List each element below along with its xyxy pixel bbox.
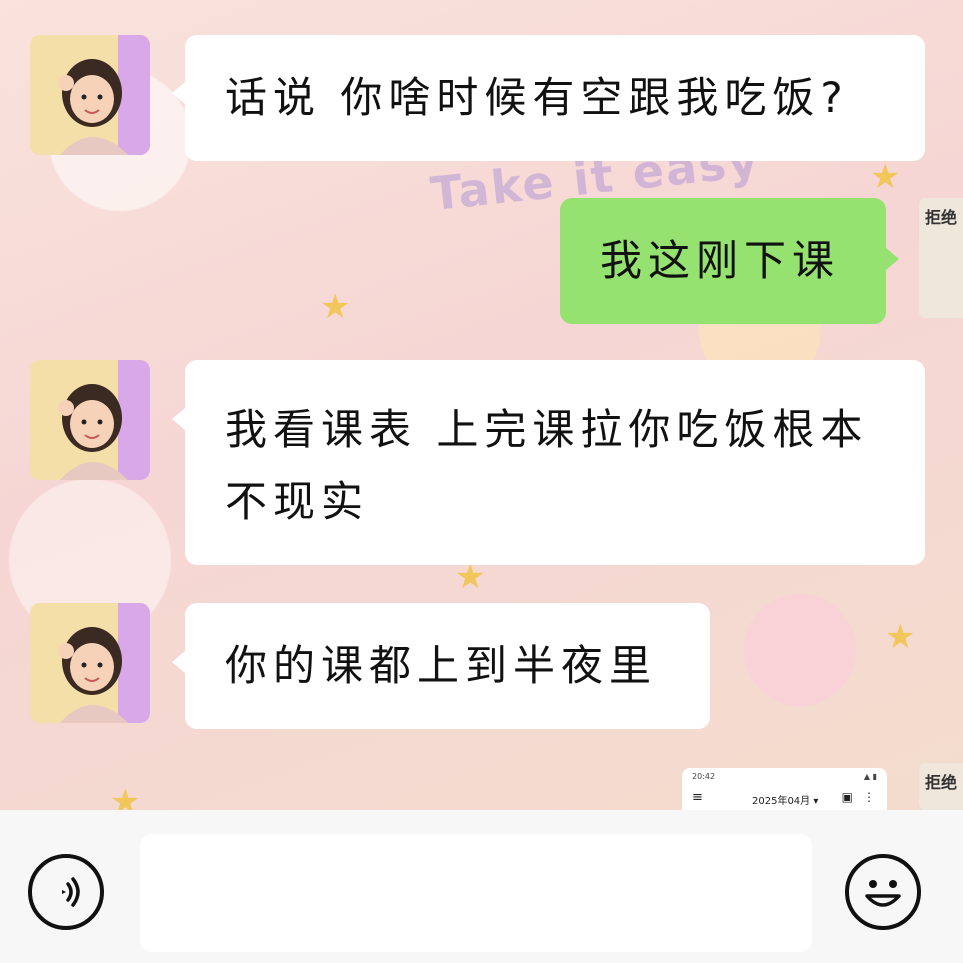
star-decoration-icon: ★	[110, 782, 141, 810]
voice-icon	[62, 877, 80, 907]
more-icon: ⋮	[863, 790, 875, 804]
message-bubble-sent[interactable]: 我这刚下课	[560, 198, 886, 324]
calendar-icon: ▣	[841, 790, 853, 804]
voice-button[interactable]	[28, 854, 104, 930]
bubble-tail	[172, 82, 185, 104]
emoji-icon	[865, 880, 901, 907]
phone-screenshot-thumbnail[interactable]: 20:42 ▲ ▮ ≡ 2025年04月 ▾ ▣ ⋮	[682, 768, 887, 810]
avatar[interactable]	[30, 603, 150, 723]
status-icons: ▲ ▮	[863, 772, 877, 781]
bubble-tail	[172, 651, 185, 673]
message-bubble-received[interactable]: 话说 你啥时候有空跟我吃饭?	[185, 35, 925, 161]
bubble-tail	[886, 248, 899, 270]
star-decoration-icon: ★	[320, 287, 351, 327]
message-line: 不现实	[225, 477, 370, 526]
emoji-button[interactable]	[845, 854, 921, 930]
message-input[interactable]	[140, 834, 812, 952]
avatar[interactable]	[30, 360, 150, 480]
avatar-image	[30, 603, 150, 723]
message-bubble-received[interactable]: 你的课都上到半夜里	[185, 603, 710, 729]
star-decoration-icon: ★	[885, 617, 916, 657]
side-thumbnail-label: 拒绝	[925, 773, 958, 792]
status-time: 20:42	[692, 772, 716, 781]
chat-area: Take it easy ★ ★ ★ ★ ★ 话说 你啥时候有空跟我吃饭? 我这…	[0, 0, 963, 810]
star-decoration-icon: ★	[870, 157, 901, 197]
avatar-image	[30, 35, 150, 155]
message-bubble-received[interactable]: 我看课表 上完课拉你吃饭根本 不现实	[185, 360, 925, 565]
side-thumbnail[interactable]: 拒绝	[919, 198, 963, 318]
message-line: 我看课表 上完课拉你吃饭根本	[225, 405, 869, 454]
month-label: 2025年04月 ▾	[752, 796, 819, 807]
avatar-image	[30, 360, 150, 480]
input-bar	[0, 810, 963, 963]
side-thumbnail[interactable]: 拒绝	[919, 763, 963, 810]
bubble-tail	[172, 408, 185, 430]
avatar[interactable]	[30, 35, 150, 155]
side-thumbnail-label: 拒绝	[925, 208, 958, 227]
menu-icon: ≡	[692, 790, 703, 805]
star-decoration-icon: ★	[455, 557, 486, 597]
